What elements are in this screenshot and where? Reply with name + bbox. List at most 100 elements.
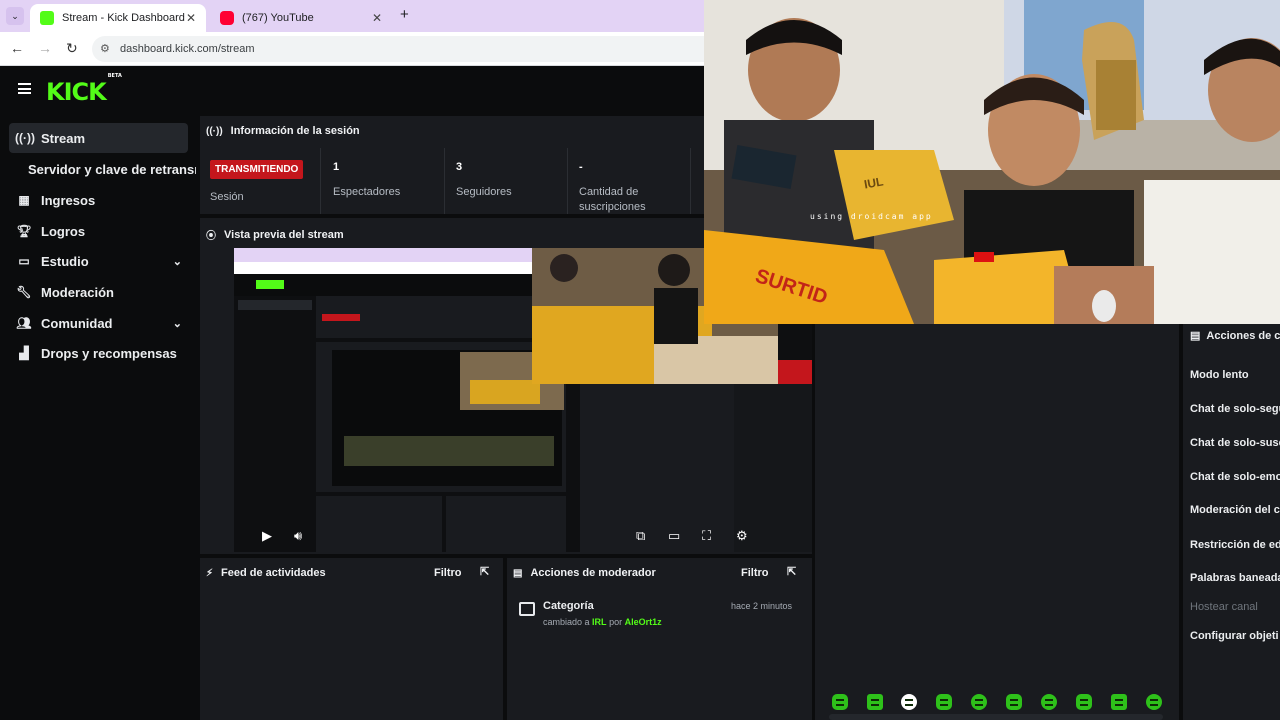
studio-icon: ▭ bbox=[18, 254, 30, 268]
chart-icon: ▦ bbox=[18, 193, 30, 207]
tab-title: (767) YouTube bbox=[242, 12, 314, 24]
session-info-panel: ((·)) Información de la sesión TRANSMITI… bbox=[200, 116, 704, 214]
sidebar-item-label: Logros bbox=[41, 223, 86, 239]
status-badge: TRANSMITIENDO bbox=[210, 160, 304, 179]
sidebar-item-logros[interactable]: 🏆︎ Logros bbox=[9, 216, 188, 246]
host-channel-button[interactable]: Hostear canal bbox=[1190, 601, 1258, 613]
emote-icon[interactable] bbox=[832, 694, 848, 710]
sidebar-item-label: Comunidad bbox=[41, 315, 113, 331]
emote-icon[interactable] bbox=[936, 694, 952, 710]
chat-panel bbox=[815, 324, 1179, 720]
emote-icon[interactable] bbox=[971, 694, 987, 710]
popout-icon[interactable]: ⇱ bbox=[787, 565, 796, 578]
popout-icon[interactable]: ⇱ bbox=[480, 565, 489, 578]
site-info-icon[interactable]: ⚙ bbox=[100, 42, 110, 55]
chat-input[interactable] bbox=[829, 714, 1163, 720]
emote-icon[interactable] bbox=[867, 694, 883, 710]
viewers-count: 1 bbox=[333, 161, 340, 173]
divider bbox=[567, 148, 568, 214]
emote-icon[interactable] bbox=[1041, 694, 1057, 710]
emote-icon[interactable] bbox=[1111, 694, 1127, 710]
mod-entry-title: Categoría bbox=[543, 600, 594, 612]
banned-words-button[interactable]: Palabras baneada bbox=[1190, 572, 1280, 584]
sidebar-item-drops[interactable]: ▟ Drops y recompensas bbox=[9, 338, 188, 368]
pip-icon[interactable]: ⧉ bbox=[636, 528, 645, 544]
url-text: dashboard.kick.com/stream bbox=[120, 43, 255, 55]
trophy-icon: 🏆︎ bbox=[16, 224, 32, 238]
theater-icon[interactable]: ▭ bbox=[668, 528, 680, 544]
mod-filter-button[interactable]: Filtro bbox=[741, 567, 769, 579]
chat-moderation-toggle[interactable]: Moderación del c bbox=[1190, 504, 1280, 516]
sidebar-item-comunidad[interactable]: 👥︎ Comunidad ⌄ bbox=[9, 308, 188, 338]
close-tab-icon[interactable]: ✕ bbox=[372, 11, 382, 25]
slow-mode-toggle[interactable]: Modo lento bbox=[1190, 369, 1249, 381]
forward-icon[interactable]: → bbox=[38, 40, 52, 56]
activity-feed-panel: ⚡︎ Feed de actividades Filtro ⇱ bbox=[200, 558, 503, 720]
mod-entry-detail: cambiado a IRL por AleOrt1z bbox=[543, 617, 662, 627]
drops-icon: ▟ bbox=[19, 346, 29, 360]
volume-icon[interactable]: 🔊︎ bbox=[294, 528, 302, 544]
broadcast-icon: ((·)) bbox=[206, 125, 223, 137]
followers-only-toggle[interactable]: Chat de solo-segu bbox=[1190, 403, 1280, 415]
emote-icon[interactable] bbox=[901, 694, 917, 710]
play-icon[interactable]: ▶ bbox=[262, 528, 272, 544]
broadcast-icon: ((·)) bbox=[15, 131, 35, 145]
tab-search-button[interactable]: ⌄ bbox=[6, 7, 24, 25]
sidebar-item-estudio[interactable]: ▭ Estudio ⌄ bbox=[9, 246, 188, 276]
sidebar-item-stream-key[interactable]: Servidor y clave de retransmisión bbox=[22, 154, 196, 184]
document-icon: ▤ bbox=[513, 567, 523, 579]
sidebar-item-label: Stream bbox=[41, 130, 86, 146]
age-restriction-toggle[interactable]: Restricción de ed bbox=[1190, 539, 1280, 551]
address-bar[interactable]: ⚙ dashboard.kick.com/stream bbox=[92, 36, 732, 62]
reload-icon[interactable]: ↻ bbox=[66, 40, 78, 57]
emote-icon[interactable] bbox=[1006, 694, 1022, 710]
chevron-down-icon[interactable]: ⌄ bbox=[173, 255, 182, 268]
emote-icon[interactable] bbox=[1146, 694, 1162, 710]
settings-gear-icon[interactable]: ⚙ bbox=[736, 528, 748, 544]
sidebar-item-ingresos[interactable]: ▦ Ingresos bbox=[9, 185, 188, 215]
subs-count: - bbox=[579, 161, 583, 173]
fullscreen-icon[interactable]: ⛶ bbox=[702, 528, 711, 544]
sidebar-item-moderacion[interactable]: 🔧︎ Moderación bbox=[9, 277, 188, 307]
session-info-title: ((·)) Información de la sesión bbox=[206, 125, 360, 137]
close-tab-icon[interactable]: ✕ bbox=[186, 11, 196, 25]
activity-feed-title: ⚡︎ Feed de actividades bbox=[206, 567, 326, 579]
tab-title: Stream - Kick Dashboard bbox=[62, 12, 185, 24]
new-tab-button[interactable]: + bbox=[400, 6, 409, 23]
wrench-icon: 🔧︎ bbox=[16, 285, 32, 299]
subs-only-toggle[interactable]: Chat de solo-susc bbox=[1190, 437, 1280, 449]
mod-actions-title: ▤ Acciones de moderador bbox=[513, 567, 656, 579]
kick-icon bbox=[40, 11, 54, 25]
sidebar-item-label: Moderación bbox=[41, 284, 114, 300]
viewers-label: Espectadores bbox=[333, 186, 401, 198]
sidebar-item-label: Servidor y clave de retransmisión bbox=[28, 161, 196, 177]
webcam-overlay: using droidcam app SURTID IUL bbox=[704, 0, 1280, 324]
tab-kick-dashboard[interactable]: Stream - Kick Dashboard ✕ bbox=[30, 4, 206, 32]
divider bbox=[690, 148, 691, 214]
followers-count: 3 bbox=[456, 161, 463, 173]
sidebar-item-stream[interactable]: ((·)) Stream bbox=[9, 123, 188, 153]
sidebar: ((·)) Stream Servidor y clave de retrans… bbox=[0, 116, 196, 720]
document-icon: ▤ bbox=[1190, 330, 1201, 342]
followers-label: Seguidores bbox=[456, 186, 512, 198]
tab-youtube[interactable]: (767) YouTube ✕ bbox=[210, 4, 392, 32]
stream-preview-title: ⦿ Vista previa del stream bbox=[206, 228, 344, 243]
community-icon: 👥︎ bbox=[16, 316, 32, 330]
emote-icon[interactable] bbox=[1076, 694, 1092, 710]
category-change-icon bbox=[519, 602, 535, 616]
back-icon[interactable]: ← bbox=[10, 40, 24, 56]
lightning-icon: ⚡︎ bbox=[206, 567, 214, 579]
sidebar-item-label: Ingresos bbox=[41, 192, 96, 208]
activity-filter-button[interactable]: Filtro bbox=[434, 567, 462, 579]
sidebar-item-label: Drops y recompensas bbox=[41, 345, 177, 361]
divider bbox=[320, 148, 321, 214]
droidcam-watermark: using droidcam app bbox=[810, 212, 933, 221]
chevron-down-icon[interactable]: ⌄ bbox=[173, 317, 182, 330]
set-goals-button[interactable]: Configurar objeti bbox=[1190, 630, 1279, 642]
kick-logo[interactable]: KICKBETA bbox=[46, 73, 122, 106]
subs-label: Cantidad de suscripciones bbox=[579, 186, 646, 213]
youtube-icon bbox=[220, 11, 234, 25]
menu-icon[interactable] bbox=[18, 83, 31, 94]
player-controls: ▶ 🔊︎ ⧉ ▭ ⛶ ⚙ bbox=[234, 520, 812, 552]
emote-only-toggle[interactable]: Chat de solo-emo bbox=[1190, 471, 1280, 483]
